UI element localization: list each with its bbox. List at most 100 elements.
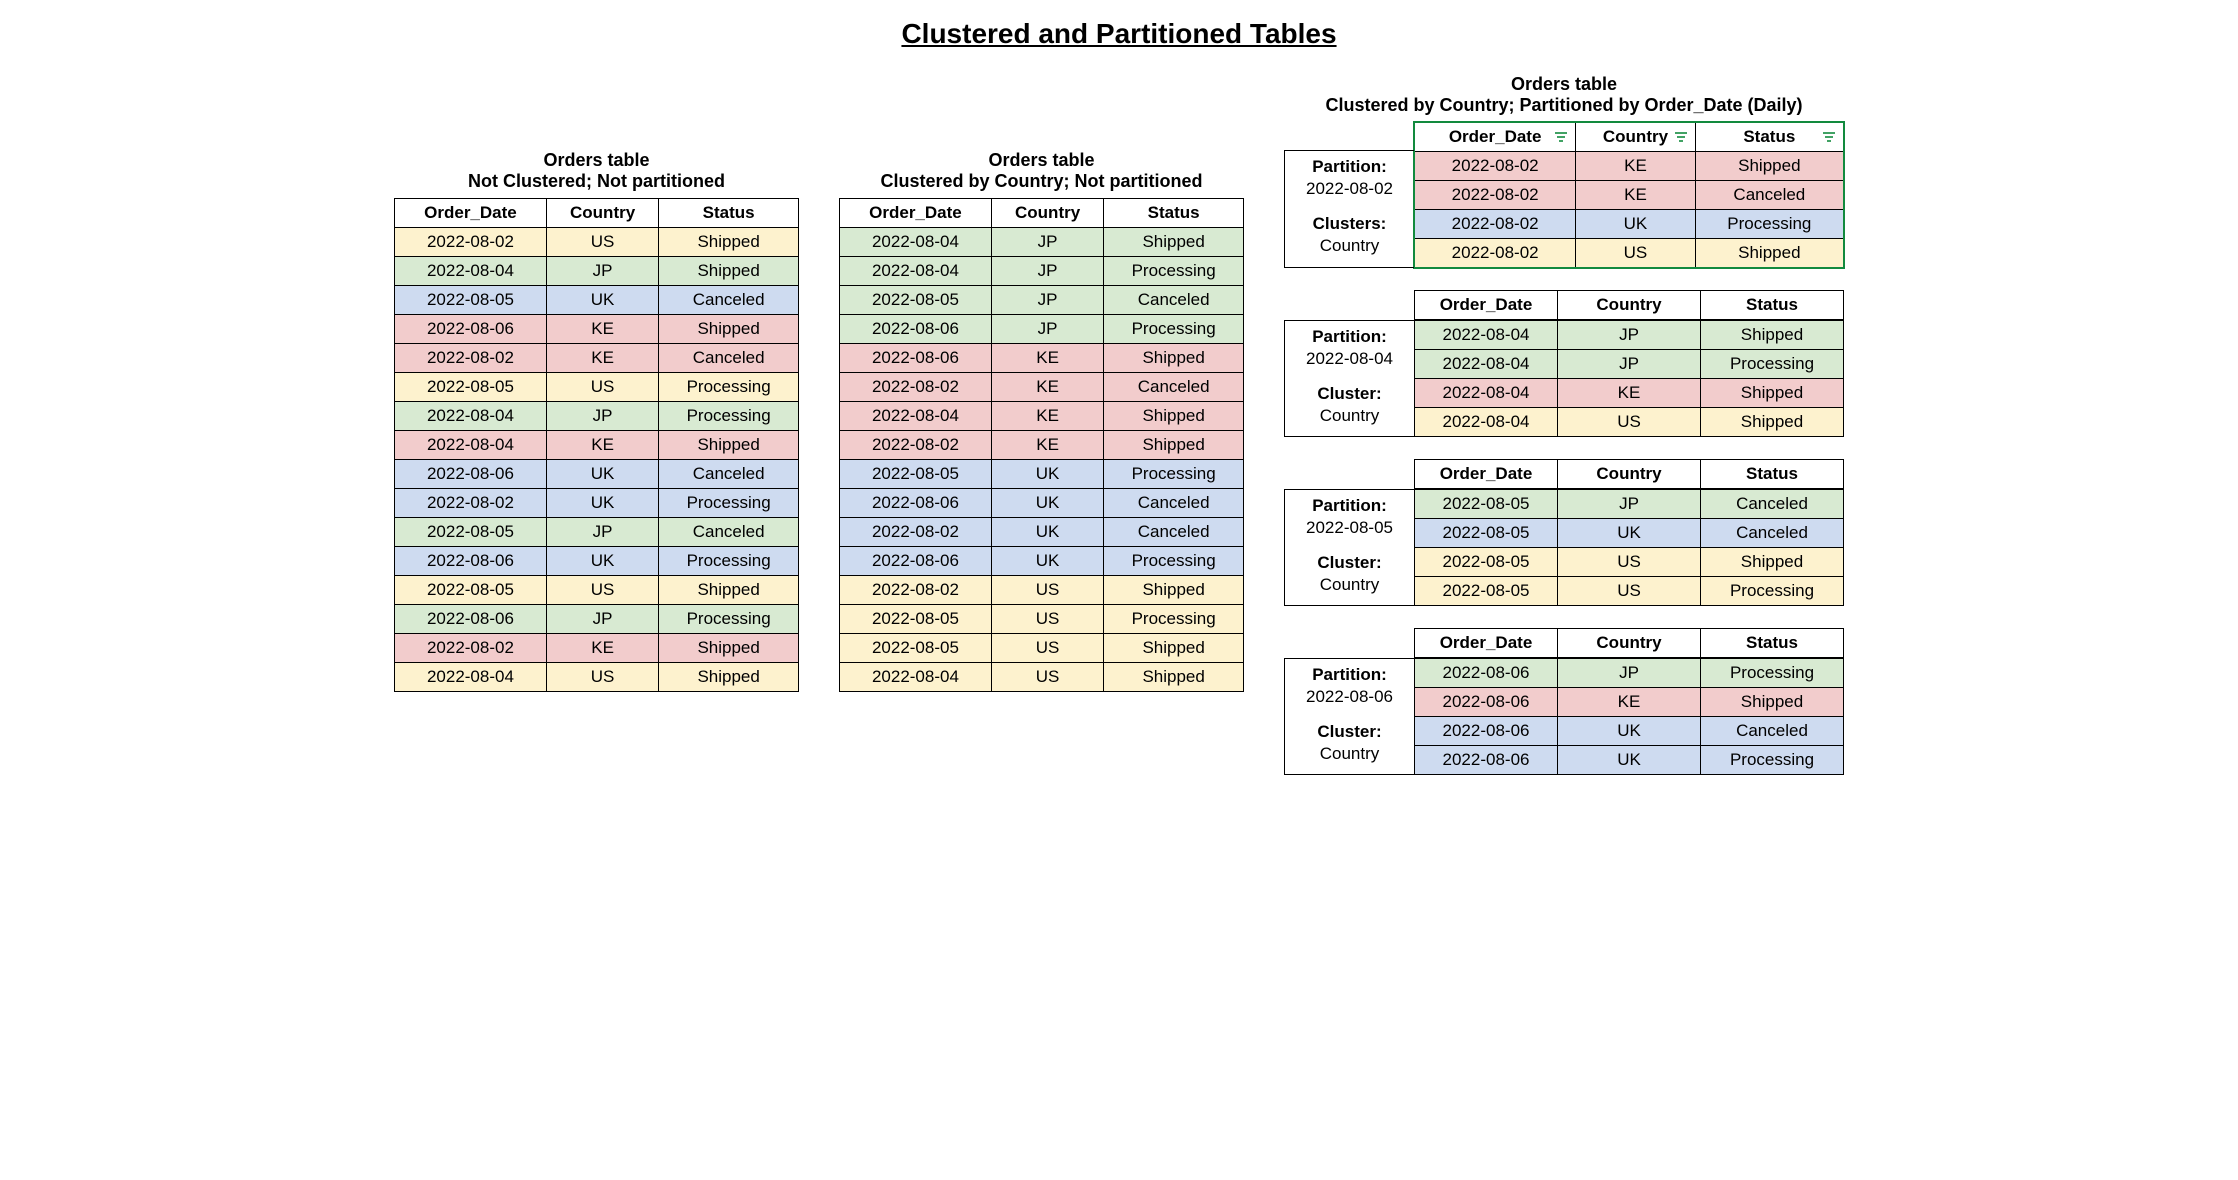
cell-status: Canceled (1701, 717, 1844, 746)
cell-country: UK (1576, 210, 1695, 239)
cell-order_date: 2022-08-05 (1415, 490, 1558, 519)
partition-label: Partition:2022-08-04Cluster:Country (1284, 320, 1414, 437)
cell-order_date: 2022-08-06 (395, 605, 547, 634)
cell-country: UK (991, 489, 1103, 518)
table-row: 2022-08-02USShipped (1415, 239, 1844, 268)
cluster-heading: Cluster: (1317, 553, 1381, 573)
cell-order_date: 2022-08-06 (840, 315, 992, 344)
cell-country: KE (991, 402, 1103, 431)
column-header-order_date: Order_Date (395, 199, 547, 228)
table-row: 2022-08-05JPCanceled (1415, 490, 1844, 519)
cell-country: KE (546, 315, 658, 344)
cell-country: KE (1576, 152, 1695, 181)
cell-status: Canceled (659, 344, 799, 373)
table-title: Orders table (1284, 74, 1844, 95)
cell-country: UK (991, 518, 1103, 547)
table-row: 2022-08-05UKProcessing (840, 460, 1244, 489)
cell-status: Shipped (1701, 688, 1844, 717)
cell-order_date: 2022-08-02 (840, 518, 992, 547)
cell-country: KE (991, 373, 1103, 402)
table-row: 2022-08-06JPProcessing (395, 605, 799, 634)
partition-heading: Partition: (1312, 327, 1387, 347)
cell-status: Processing (1695, 210, 1843, 239)
cluster-field: Country (1320, 236, 1380, 256)
column-header-order_date: Order_Date (1415, 123, 1576, 152)
table-row: 2022-08-04USShipped (395, 663, 799, 692)
table-title: Orders table (394, 150, 799, 171)
cell-order_date: 2022-08-06 (1415, 688, 1558, 717)
table-row: 2022-08-06UKProcessing (1415, 746, 1844, 775)
table-row: 2022-08-06KEShipped (395, 315, 799, 344)
cell-order_date: 2022-08-05 (395, 373, 547, 402)
orders-table-not-clustered: Order_DateCountryStatus 2022-08-02USShip… (394, 198, 799, 692)
table-row: 2022-08-04KEShipped (840, 402, 1244, 431)
partition-label-spacer (1284, 290, 1414, 320)
column-header-order_date: Order_Date (1415, 460, 1558, 489)
table-row: 2022-08-05USProcessing (1415, 577, 1844, 606)
cell-country: US (991, 605, 1103, 634)
table-row: 2022-08-05USShipped (1415, 548, 1844, 577)
cell-status: Processing (1701, 746, 1844, 775)
table-row: 2022-08-05JPCanceled (395, 518, 799, 547)
cell-status: Shipped (659, 228, 799, 257)
partition-heading: Partition: (1312, 157, 1387, 177)
cell-order_date: 2022-08-02 (1415, 210, 1576, 239)
partition-heading: Partition: (1312, 665, 1387, 685)
cell-status: Processing (1701, 350, 1844, 379)
table-title: Orders table (839, 150, 1244, 171)
column-header-status: Status (659, 199, 799, 228)
cell-country: JP (1558, 321, 1701, 350)
table-row: 2022-08-04KEShipped (1415, 379, 1844, 408)
cell-country: JP (546, 605, 658, 634)
table-row: 2022-08-06JPProcessing (840, 315, 1244, 344)
cell-order_date: 2022-08-04 (395, 431, 547, 460)
cell-status: Shipped (1104, 228, 1244, 257)
partition-label-spacer (1284, 459, 1414, 489)
partition-label-spacer (1284, 628, 1414, 658)
cluster-heading: Cluster: (1317, 722, 1381, 742)
cell-order_date: 2022-08-05 (840, 286, 992, 315)
cell-status: Canceled (1104, 286, 1244, 315)
cell-status: Canceled (1104, 518, 1244, 547)
column-header-order_date: Order_Date (840, 199, 992, 228)
cell-order_date: 2022-08-05 (395, 576, 547, 605)
cell-order_date: 2022-08-04 (395, 663, 547, 692)
table-subtitle: Clustered by Country; Partitioned by Ord… (1284, 95, 1844, 116)
partition-block: Order_DateCountryStatusPartition:2022-08… (1284, 628, 1844, 775)
table-row: 2022-08-02KEShipped (840, 431, 1244, 460)
column-header-country: Country (1576, 123, 1695, 152)
table-row: 2022-08-06KEShipped (840, 344, 1244, 373)
table-row: 2022-08-02USShipped (840, 576, 1244, 605)
cell-order_date: 2022-08-02 (395, 344, 547, 373)
cell-country: KE (991, 344, 1103, 373)
cell-order_date: 2022-08-04 (840, 257, 992, 286)
partition-date: 2022-08-06 (1306, 687, 1393, 707)
table-row: 2022-08-04JPShipped (840, 228, 1244, 257)
table-row: 2022-08-05USProcessing (395, 373, 799, 402)
cell-status: Canceled (1701, 519, 1844, 548)
cell-order_date: 2022-08-02 (395, 228, 547, 257)
cell-order_date: 2022-08-04 (840, 228, 992, 257)
cell-order_date: 2022-08-05 (840, 634, 992, 663)
cell-order_date: 2022-08-04 (1415, 321, 1558, 350)
table-row: 2022-08-06JPProcessing (1415, 659, 1844, 688)
partition-label: Partition:2022-08-05Cluster:Country (1284, 489, 1414, 606)
table-row: 2022-08-06UKProcessing (395, 547, 799, 576)
cell-order_date: 2022-08-02 (840, 373, 992, 402)
cell-status: Canceled (1695, 181, 1843, 210)
column-header-status: Status (1701, 460, 1844, 489)
partition-block: Order_DateCountryStatusPartition:2022-08… (1284, 459, 1844, 606)
cell-order_date: 2022-08-05 (1415, 519, 1558, 548)
table-row: 2022-08-02USShipped (395, 228, 799, 257)
table-row: 2022-08-06UKCanceled (840, 489, 1244, 518)
cell-country: UK (546, 547, 658, 576)
table-row: 2022-08-05JPCanceled (840, 286, 1244, 315)
cell-country: UK (546, 286, 658, 315)
cluster-field: Country (1320, 406, 1380, 426)
table-row: 2022-08-02UKProcessing (395, 489, 799, 518)
table-row: 2022-08-02KEShipped (1415, 152, 1844, 181)
cell-order_date: 2022-08-06 (395, 547, 547, 576)
column-header-status: Status (1104, 199, 1244, 228)
cell-country: KE (1558, 379, 1701, 408)
cell-country: US (1576, 239, 1695, 268)
